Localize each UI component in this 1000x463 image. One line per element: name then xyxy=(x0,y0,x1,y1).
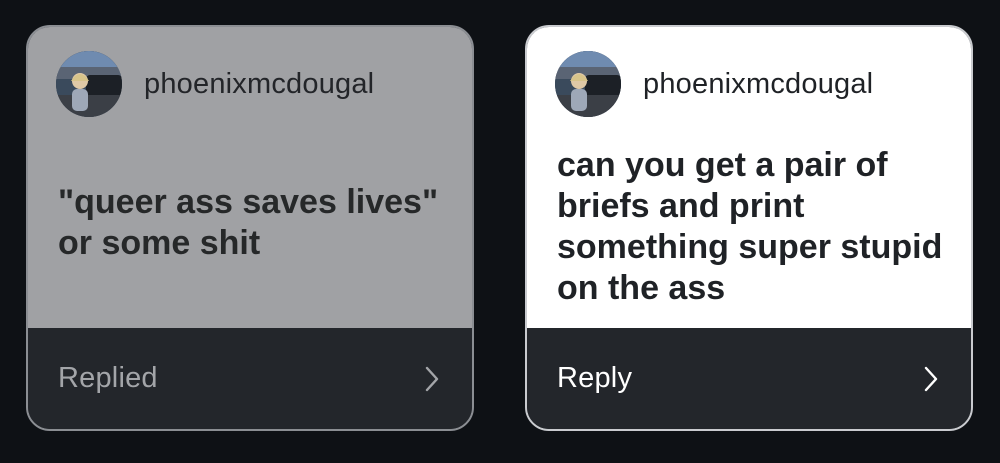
question-card-unreplied[interactable]: phoenixmcdougal can you get a pair of br… xyxy=(525,25,973,431)
question-text: can you get a pair of briefs and print s… xyxy=(557,146,943,307)
chevron-right-icon xyxy=(921,364,941,394)
chevron-right-icon xyxy=(422,364,442,394)
question-card-header: phoenixmcdougal xyxy=(56,51,374,117)
reply-label: Reply xyxy=(557,362,633,394)
username: phoenixmcdougal xyxy=(144,67,375,100)
question-stickers-view: phoenixmcdougal "queer ass saves lives" … xyxy=(0,0,1000,463)
replied-button[interactable]: Replied xyxy=(28,328,472,429)
profile-photo-icon xyxy=(56,51,122,117)
question-card-header: phoenixmcdougal xyxy=(555,51,873,117)
question-text: "queer ass saves lives" or some shit xyxy=(58,183,439,262)
replied-label: Replied xyxy=(58,362,158,394)
reply-button[interactable]: Reply xyxy=(527,328,971,429)
profile-photo-icon xyxy=(555,51,621,117)
question-card-body: phoenixmcdougal can you get a pair of br… xyxy=(527,27,971,330)
avatar[interactable] xyxy=(555,51,621,117)
username: phoenixmcdougal xyxy=(643,67,874,100)
avatar[interactable] xyxy=(56,51,122,117)
question-card-body: phoenixmcdougal "queer ass saves lives" … xyxy=(28,27,472,330)
question-card-replied[interactable]: phoenixmcdougal "queer ass saves lives" … xyxy=(26,25,474,431)
